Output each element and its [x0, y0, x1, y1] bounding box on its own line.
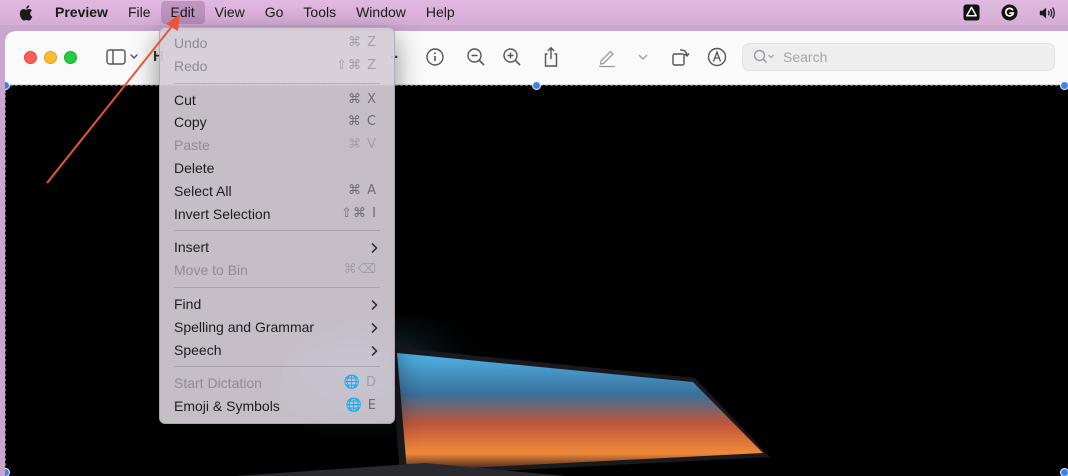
submenu-chevron-icon — [371, 243, 378, 254]
fullscreen-window-button[interactable] — [64, 51, 77, 64]
markup-icon[interactable] — [705, 45, 729, 69]
menu-item-label: Insert — [174, 239, 210, 256]
menu-item-shortcut: ⇧⌘ Z — [336, 57, 377, 73]
menu-item-redo[interactable]: Redo ⇧⌘ Z — [160, 55, 394, 78]
menu-item-insert[interactable]: Insert — [160, 236, 394, 259]
minimize-window-button[interactable] — [44, 51, 57, 64]
drive-icon[interactable] — [962, 4, 980, 22]
zoom-in-icon[interactable] — [500, 45, 524, 69]
menu-item-cut[interactable]: Cut ⌘ X — [160, 89, 394, 112]
share-icon[interactable] — [539, 45, 563, 69]
highlight-menu-chevron-icon[interactable] — [631, 45, 655, 69]
menu-item-label: Undo — [174, 35, 208, 51]
menu-item-label: Speech — [174, 341, 222, 358]
menu-item-delete[interactable]: Delete — [160, 157, 394, 180]
sidebar-toggle-icon[interactable] — [105, 45, 141, 69]
volume-icon[interactable] — [1038, 4, 1056, 22]
menu-item-label: Redo — [174, 57, 208, 74]
menu-file[interactable]: File — [118, 1, 161, 24]
search-placeholder: Search — [783, 49, 828, 65]
submenu-chevron-icon — [371, 345, 378, 356]
menu-item-shortcut: ⌘ X — [347, 91, 377, 107]
menu-item-label: Cut — [174, 91, 196, 108]
menu-item-label: Move to Bin — [174, 262, 248, 279]
selection-border-left — [5, 85, 6, 476]
menu-item-shortcut: 🌐 D — [343, 375, 377, 391]
menu-item-label: Paste — [174, 137, 210, 154]
highlight-icon[interactable] — [595, 45, 619, 69]
edit-menu-dropdown: Undo ⌘ Z Redo ⇧⌘ Z Cut ⌘ X Copy ⌘ C Past… — [159, 27, 395, 424]
menu-separator — [174, 82, 380, 84]
menu-window[interactable]: Window — [346, 1, 416, 24]
menu-item-shortcut: ⌘ C — [347, 114, 377, 130]
rotate-icon[interactable] — [669, 45, 693, 69]
selection-handle-bottom-left[interactable] — [5, 468, 10, 476]
menu-item-label: Copy — [174, 114, 207, 131]
menu-tools[interactable]: Tools — [293, 1, 346, 24]
submenu-chevron-icon — [371, 322, 378, 333]
menu-help[interactable]: Help — [416, 1, 465, 24]
menu-item-label: Emoji & Symbols — [174, 398, 280, 415]
menu-item-emoji-and-symbols[interactable]: Emoji & Symbols 🌐 E — [160, 395, 394, 418]
menu-item-label: Delete — [174, 159, 215, 176]
selection-handle-bottom-right[interactable] — [1060, 468, 1068, 476]
menu-bar: Preview File Edit View Go Tools Window H… — [0, 0, 1068, 25]
menu-item-label: Invert Selection — [174, 205, 271, 222]
menu-item-move-to-bin[interactable]: Move to Bin ⌘⌫ — [160, 259, 394, 282]
apple-icon[interactable] — [18, 4, 36, 22]
grammarly-icon[interactable] — [1000, 4, 1018, 22]
menu-separator — [174, 366, 380, 368]
menu-item-start-dictation[interactable]: Start Dictation 🌐 D — [160, 372, 394, 395]
menu-view[interactable]: View — [205, 1, 255, 24]
menu-item-shortcut: ⇧⌘ I — [341, 205, 377, 221]
menu-item-find[interactable]: Find — [160, 293, 394, 316]
menu-item-speech[interactable]: Speech — [160, 339, 394, 362]
menu-item-shortcut: ⌘ A — [347, 182, 377, 198]
selection-handle-top-middle[interactable] — [532, 81, 541, 90]
menu-item-label: Find — [174, 295, 202, 312]
menu-separator — [174, 230, 380, 232]
zoom-out-icon[interactable] — [464, 45, 488, 69]
menu-item-shortcut: ⌘⌫ — [343, 262, 377, 278]
menu-app-preview[interactable]: Preview — [53, 1, 118, 24]
status-tray — [962, 0, 1056, 25]
menu-item-shortcut: 🌐 E — [345, 398, 377, 414]
selection-handle-top-right[interactable] — [1060, 81, 1068, 90]
menu-item-invert-selection[interactable]: Invert Selection ⇧⌘ I — [160, 203, 394, 226]
menu-edit[interactable]: Edit — [160, 1, 205, 24]
menu-separator — [174, 286, 380, 288]
menu-item-undo[interactable]: Undo ⌘ Z — [160, 32, 394, 55]
menu-item-shortcut: ⌘ Z — [347, 35, 377, 50]
search-icon — [753, 49, 774, 64]
menu-item-copy[interactable]: Copy ⌘ C — [160, 111, 394, 134]
menu-item-label: Spelling and Grammar — [174, 318, 315, 335]
menu-item-select-all[interactable]: Select All ⌘ A — [160, 180, 394, 203]
submenu-chevron-icon — [371, 299, 378, 310]
menu-item-spelling-and-grammar[interactable]: Spelling and Grammar — [160, 316, 394, 339]
search-field[interactable]: Search — [742, 43, 1055, 71]
info-icon[interactable] — [423, 45, 447, 69]
menu-item-shortcut: ⌘ V — [347, 137, 377, 153]
menu-item-label: Select All — [174, 182, 232, 199]
menu-item-paste[interactable]: Paste ⌘ V — [160, 134, 394, 157]
close-window-button[interactable] — [24, 51, 37, 64]
menu-item-label: Start Dictation — [174, 375, 262, 392]
menu-go[interactable]: Go — [255, 1, 294, 24]
